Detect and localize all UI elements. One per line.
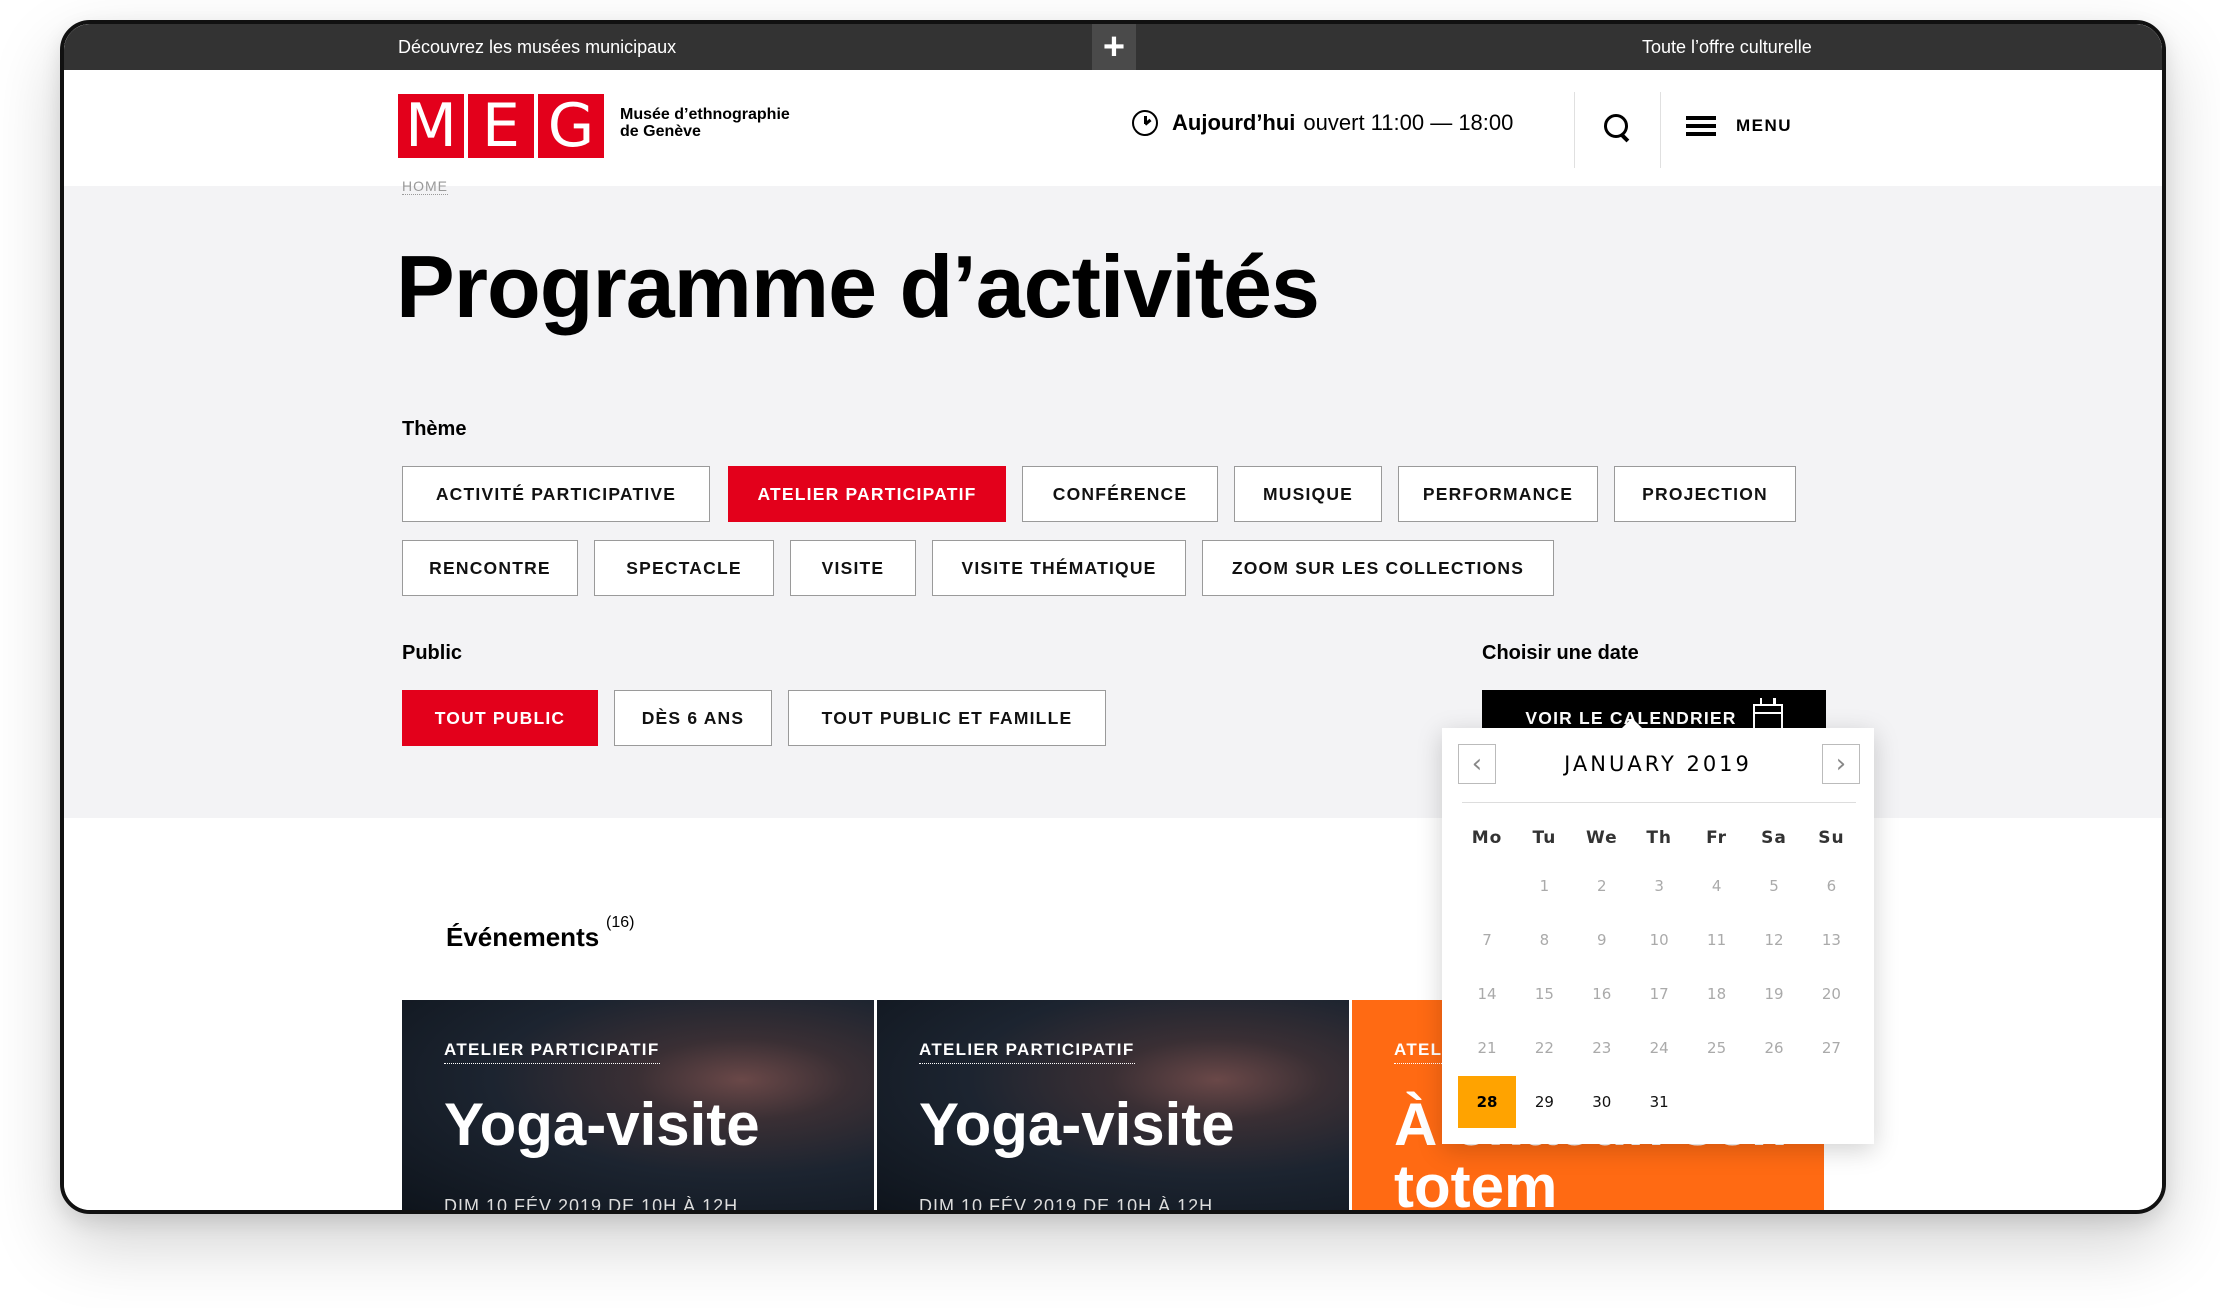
- events-title: Événements: [446, 922, 600, 952]
- theme-chip[interactable]: CONFÉRENCE: [1022, 466, 1218, 522]
- event-tag[interactable]: ATELIER PARTICIPATIF: [444, 1040, 660, 1064]
- theme-chip[interactable]: VISITE THÉMATIQUE: [932, 540, 1186, 596]
- popup-arrow: [1620, 718, 1644, 730]
- weekday-label: Sa: [1761, 828, 1787, 848]
- calendar-month: JANUARY 2019: [1564, 752, 1752, 776]
- theme-chip[interactable]: ACTIVITÉ PARTICIPATIVE: [402, 466, 710, 522]
- logo-letter-m: M: [398, 91, 464, 161]
- calendar-day: 23: [1592, 1039, 1612, 1057]
- event-card[interactable]: ATELIER PARTICIPATIF Yoga-visite DIM 10 …: [402, 1000, 874, 1210]
- calendar-day: 27: [1821, 1039, 1841, 1057]
- calendar-day: 3: [1654, 877, 1664, 895]
- calendar-day: 5: [1769, 877, 1779, 895]
- calendar-day: 25: [1707, 1039, 1727, 1057]
- theme-chip[interactable]: SPECTACLE: [594, 540, 774, 596]
- calendar-day: 22: [1534, 1039, 1554, 1057]
- calendar-day: 20: [1821, 985, 1841, 1003]
- event-date: DIM 10 FÉV 2019 DE 10H À 12H: [444, 1196, 739, 1210]
- clock-icon: [1132, 110, 1158, 136]
- public-chip[interactable]: TOUT PUBLIC ET FAMILLE: [788, 690, 1106, 746]
- calendar-day: 17: [1649, 985, 1669, 1003]
- logo-letter-g: G: [538, 91, 604, 161]
- hours-text: ouvert 11:00 — 18:00: [1303, 110, 1514, 135]
- menu-label: MENU: [1736, 116, 1793, 135]
- calendar-day[interactable]: 30: [1573, 1076, 1631, 1128]
- logo-text: Musée d’ethnographie de Genève: [620, 106, 790, 140]
- device-frame: Découvrez les musées municipaux + Toute …: [60, 20, 2166, 1214]
- calendar-day: 7: [1482, 931, 1492, 949]
- weekday-label: Mo: [1471, 828, 1503, 848]
- calendar-popup: JANUARY 2019 ‹ › Mo Tu We Th Fr Sa Su 1 2 3 4 5 6 7 8 9…: [1442, 718, 1874, 1144]
- plus-icon[interactable]: +: [1092, 24, 1136, 70]
- calendar-day[interactable]: 31: [1630, 1076, 1688, 1128]
- today-label: Aujourd’hui: [1172, 110, 1296, 135]
- theme-chip[interactable]: ZOOM SUR LES COLLECTIONS: [1202, 540, 1554, 596]
- calendar-day: 2: [1597, 877, 1607, 895]
- public-label: Public: [402, 642, 463, 664]
- calendar-day: 14: [1477, 985, 1497, 1003]
- calendar-day: 19: [1764, 985, 1784, 1003]
- calendar-day: 13: [1821, 931, 1841, 949]
- calendar-day: 6: [1826, 877, 1837, 895]
- public-chip[interactable]: DÈS 6 ANS: [614, 690, 772, 746]
- theme-chip[interactable]: ATELIER PARTICIPATIF: [728, 466, 1006, 522]
- weekday-label: Fr: [1706, 828, 1728, 848]
- calendar-day: 15: [1534, 985, 1554, 1003]
- theme-chip[interactable]: RENCONTRE: [402, 540, 578, 596]
- cultural-offer-link[interactable]: Toute l’offre culturelle: [1642, 37, 1812, 58]
- calendar-divider: [1462, 802, 1856, 803]
- header-divider: [1574, 92, 1575, 168]
- meg-logo[interactable]: M E G: [398, 91, 604, 161]
- calendar-day: 24: [1649, 1039, 1669, 1057]
- theme-chip[interactable]: PERFORMANCE: [1398, 466, 1598, 522]
- theme-chip[interactable]: PROJECTION: [1614, 466, 1796, 522]
- theme-label: Thème: [402, 418, 467, 440]
- calendar-day: 18: [1707, 985, 1727, 1003]
- event-title: Yoga-visite: [919, 1091, 1235, 1158]
- calendar-day-today[interactable]: 28: [1458, 1076, 1516, 1128]
- calendar-day: 21: [1477, 1039, 1497, 1057]
- event-title: Yoga-visite: [444, 1091, 760, 1158]
- weekday-label: Su: [1818, 828, 1845, 848]
- event-tag[interactable]: ATELIER PARTICIPATIF: [919, 1040, 1135, 1064]
- weekday-label: Tu: [1532, 828, 1557, 848]
- events-count: (16): [606, 914, 635, 931]
- theme-chip[interactable]: VISITE: [790, 540, 916, 596]
- opening-hours: Aujourd’hui ouvert 11:00 — 18:00: [1132, 110, 1513, 136]
- calendar-day: 1: [1539, 877, 1550, 895]
- logo-text-line2: de Genève: [620, 123, 701, 140]
- calendar-day: 4: [1711, 877, 1722, 895]
- weekday-label: Th: [1646, 828, 1673, 848]
- event-date: DIM 10 FÉV 2019 DE 10H À 12H: [919, 1196, 1214, 1210]
- public-chip[interactable]: TOUT PUBLIC: [402, 690, 598, 746]
- search-icon[interactable]: [1602, 112, 1634, 144]
- calendar-day: 16: [1592, 985, 1612, 1003]
- breadcrumb[interactable]: HOME: [402, 178, 448, 195]
- logo-text-line1: Musée d’ethnographie: [620, 106, 790, 123]
- filter-panel: HOME Programme d’activités Thème ACTIVIT…: [64, 178, 2162, 818]
- logo-letter-e: E: [468, 91, 534, 161]
- calendar-day: 9: [1597, 931, 1607, 949]
- menu-button[interactable]: MENU: [1686, 116, 1792, 136]
- date-label: Choisir une date: [1482, 642, 1639, 664]
- calendar-day: 26: [1764, 1039, 1784, 1057]
- top-bar: Découvrez les musées municipaux + Toute …: [64, 24, 2162, 70]
- theme-chip[interactable]: MUSIQUE: [1234, 466, 1382, 522]
- header-divider: [1660, 92, 1661, 168]
- calendar-day: 12: [1764, 931, 1784, 949]
- hamburger-icon: [1686, 116, 1716, 136]
- calendar-day: 10: [1649, 931, 1669, 949]
- browser-viewport: Découvrez les musées municipaux + Toute …: [64, 24, 2162, 1210]
- site-header: M E G Musée d’ethnographie de Genève Auj…: [64, 70, 2162, 186]
- event-card[interactable]: ATELIER PARTICIPATIF Yoga-visite DIM 10 …: [877, 1000, 1349, 1210]
- next-month-icon[interactable]: ›: [1822, 744, 1860, 784]
- prev-month-icon[interactable]: ‹: [1458, 744, 1496, 784]
- municipal-museums-link[interactable]: Découvrez les musées municipaux: [398, 37, 676, 58]
- calendar-day: 11: [1707, 931, 1727, 949]
- page-title: Programme d’activités: [396, 237, 1320, 336]
- calendar-day: 8: [1539, 931, 1550, 949]
- calendar-day[interactable]: 29: [1515, 1076, 1573, 1128]
- weekday-label: We: [1585, 828, 1618, 848]
